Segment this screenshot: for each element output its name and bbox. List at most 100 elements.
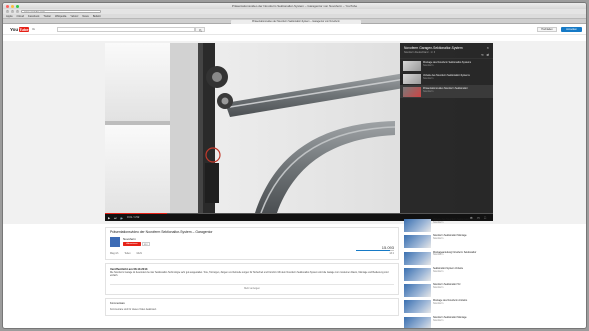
back-icon[interactable]: ‹ [6,10,9,13]
playlist-item-channel: Novoferm [423,76,434,80]
comments-section: Kommentare Kommentare sind für dieses Vi… [105,298,399,316]
logo-you: You [10,27,19,32]
related-text: Novoferm Sektionaltor Tor Novoferm [433,283,461,299]
related-channel: Novoferm [433,318,444,322]
play-icon[interactable]: ▶ [108,216,110,220]
related-thumbnail [404,300,431,314]
search-icon [199,29,202,32]
volume-icon[interactable]: 🔈 [120,216,124,220]
shuffle-icon[interactable]: ⇄ [486,53,489,57]
playlist-item[interactable]: Vorteile des Novoferm Sektionaltor-Syste… [400,72,493,85]
playlist-item-text: Präsentationsvideo Novoferm Sektionaltor… [423,87,468,97]
related-text: Novoferm Sektionaltor Montage Novoferm [433,234,467,250]
youtube-logo[interactable]: You Tube DE [10,27,35,32]
playlist-controls: ⟲ ⇄ [481,53,489,57]
share-action[interactable]: Teilen [124,252,130,255]
upload-button[interactable]: Hochladen [537,27,557,32]
bookmark-item[interactable]: Twitter [43,15,51,18]
related-text: Vorteile des Novoferm Sektionaltor-Syste… [433,218,480,234]
related-video-item[interactable]: Vorteile des Novoferm Sektionaltor-Syste… [404,218,496,234]
comments-note: Kommentare sind für dieses Video deaktiv… [110,309,157,311]
search-button[interactable] [195,27,205,32]
related-text: Montage des Novoferm Antriebs Novoferm [433,300,467,315]
comments-heading: Kommentare [110,302,125,305]
country-code: DE [31,28,36,31]
related-text: Sektionaltor-System Vorteile Novoferm [433,267,463,283]
playlist-thumbnail [403,86,421,97]
related-video-item[interactable]: Sektionaltor-System Vorteile Novoferm [404,267,496,283]
related-thumbnail [404,251,431,265]
related-video-item[interactable]: Montageanleitung Novoferm Sektionaltor N… [404,251,496,267]
related-channel: Novoferm [433,269,444,273]
bookmark-item[interactable]: Apple [6,15,13,18]
progress-bar[interactable] [105,213,493,215]
related-video-item[interactable]: Novoferm Sektionaltor Montage Novoferm [404,316,496,328]
address-bar[interactable]: www.youtube.com [21,9,101,14]
playlist-item-text: Montage des Novoferm Sektionaltor-System… [423,61,471,71]
bookmark-item[interactable]: Facebook [28,15,39,18]
browser-window: Präsentationsvideo der Novoferm Sektiona… [2,2,587,329]
publish-date: Veröffentlicht am 08.10.2013 [110,267,148,271]
related-channel: Novoferm [433,220,444,224]
logo-tube: Tube [18,27,30,32]
forward-icon[interactable]: › [11,10,14,13]
related-thumbnail [404,267,431,281]
related-channel: Novoferm [433,285,444,289]
playlist-title[interactable]: Novoferm Garagen-Sektionaltor-System [404,46,489,50]
playlist-panel: Novoferm Garagen-Sektionaltor-System Nov… [400,43,493,213]
playlist-item-active[interactable]: Präsentationsvideo Novoferm Sektionaltor… [400,85,493,98]
signin-button[interactable]: Anmelden [561,27,582,32]
related-channel: Novoferm [433,253,444,257]
related-thumbnail [404,316,431,328]
related-thumbnail [404,235,431,249]
subscribe-button[interactable]: Abonnieren [123,242,141,246]
like-action[interactable]: Mag ich [110,252,118,255]
related-thumbnail [404,284,431,298]
progress-fill [105,213,168,215]
playlist-item[interactable]: Montage des Novoferm Sektionaltor-System… [400,59,493,72]
channel-name[interactable]: Novoferm [123,237,136,241]
playlist-thumbnail [403,60,421,71]
video-actions: Mag ich Teilen Mehr [110,252,142,255]
bookmark-item[interactable]: iCloud [17,15,24,18]
related-video-item[interactable]: Novoferm Sektionaltor Montage Novoferm [404,234,496,250]
playlist-thumbnail [403,73,421,84]
show-more-button[interactable]: Mehr anzeigen [110,284,394,290]
playlist-subtitle: Novoferm Deutschland · 1 / 3 [404,51,436,54]
search-input[interactable] [57,27,195,32]
video-title: Präsentationsvideo der Novoferm Sektiona… [110,230,213,234]
related-channel: Novoferm [433,302,444,306]
channel-avatar[interactable] [110,237,120,247]
like-ratio-bar [356,250,394,251]
loop-icon[interactable]: ⟲ [481,53,484,57]
related-text: Montageanleitung Novoferm Sektionaltor N… [433,251,476,267]
related-video-item[interactable]: Montage des Novoferm Antriebs Novoferm [404,300,496,315]
bookmark-item[interactable]: Beliebt [93,15,101,18]
bookmark-item[interactable]: Yahoo! [70,15,78,18]
related-video-item[interactable]: Novoferm Sektionaltor Tor Novoferm [404,283,496,299]
related-thumbnail [404,219,431,232]
related-channel: Novoferm [433,237,444,241]
video-info-card: Präsentationsvideo der Novoferm Sektiona… [105,227,399,260]
playlist-item-text: Vorteile des Novoferm Sektionaltor-Syste… [423,74,470,84]
time-display: 0:31 / 1:52 [127,215,140,219]
playlist-header: Novoferm Garagen-Sektionaltor-System Nov… [400,43,493,59]
video-description: Veröffentlicht am 08.10.2013 Die Novofer… [105,263,399,295]
watch-main: Präsentationsvideo der Novoferm Sektiona… [105,227,399,316]
like-counts[interactable]: 13 2 [389,252,394,255]
next-icon[interactable]: ⏭ [114,216,117,220]
close-icon[interactable]: ✕ [486,46,489,50]
more-action[interactable]: Mehr [137,252,142,255]
related-videos: Vorteile des Novoferm Sektionaltor-Syste… [404,218,496,328]
description-text: Die Novoferm Garage ist besonders bei de… [110,272,389,277]
video-owner: Novoferm Abonnieren 312 15.093 13 2 Mag … [106,235,398,259]
share-icon[interactable]: ↑ [16,10,19,13]
browser-toolbar: ‹ › ↑ www.youtube.com [3,9,586,14]
bookmark-item[interactable]: Wikipedia [55,15,66,18]
like-ratio-fill [356,250,391,251]
bookmark-item[interactable]: News [82,15,89,18]
subscriber-count: 312 [142,242,150,246]
youtube-header: You Tube DE Hochladen Anmelden [3,24,586,35]
playlist-item-channel: Novoferm [423,63,434,67]
related-text: Novoferm Sektionaltor Montage Novoferm [433,316,467,328]
